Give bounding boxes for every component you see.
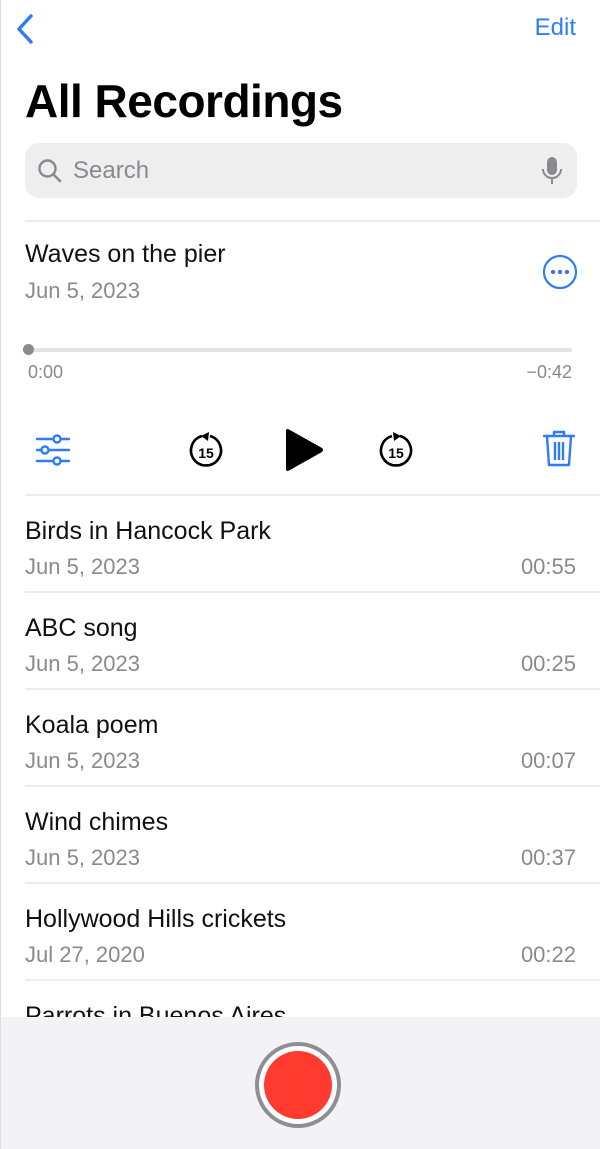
skip-forward-button[interactable]: 15 bbox=[377, 430, 415, 470]
record-icon bbox=[264, 1051, 332, 1119]
list-item[interactable]: Hollywood Hills crickets Jul 27, 2020 00… bbox=[1, 885, 600, 981]
recording-duration: 00:07 bbox=[520, 748, 576, 773]
recording-name: Birds in Hancock Park bbox=[25, 517, 271, 545]
more-options-icon[interactable] bbox=[542, 254, 578, 290]
recording-duration: 00:22 bbox=[520, 942, 576, 967]
recording-duration: 00:25 bbox=[520, 651, 576, 676]
page-title: All Recordings bbox=[25, 75, 343, 127]
list-item[interactable]: Wind chimes Jun 5, 2023 00:37 bbox=[1, 788, 600, 884]
chevron-left-icon bbox=[17, 14, 33, 44]
recording-name: Wind chimes bbox=[25, 808, 169, 836]
divider bbox=[25, 882, 600, 884]
navigation-bar: Edit bbox=[1, 0, 600, 60]
skip-back-15-icon: 15 bbox=[189, 432, 223, 467]
scrubber-handle[interactable] bbox=[23, 344, 34, 355]
trash-icon[interactable] bbox=[543, 430, 575, 468]
back-button[interactable] bbox=[13, 12, 39, 46]
divider bbox=[25, 220, 600, 222]
search-input[interactable] bbox=[71, 151, 545, 191]
list-item[interactable]: Koala poem Jun 5, 2023 00:07 bbox=[1, 691, 600, 787]
divider bbox=[25, 785, 600, 787]
divider bbox=[25, 688, 600, 690]
record-button[interactable] bbox=[255, 1042, 341, 1128]
recording-date: Jul 27, 2020 bbox=[25, 942, 145, 967]
search-icon bbox=[38, 159, 62, 183]
recording-title[interactable]: Waves on the pier bbox=[25, 240, 226, 269]
svg-text:15: 15 bbox=[198, 445, 214, 461]
recording-duration: 00:37 bbox=[520, 845, 576, 870]
playback-scrubber[interactable] bbox=[23, 344, 572, 355]
recording-date: Jun 5, 2023 bbox=[25, 651, 140, 676]
search-bar bbox=[25, 143, 577, 198]
microphone-icon[interactable] bbox=[541, 156, 563, 186]
recording-date: Jun 5, 2023 bbox=[25, 845, 140, 870]
svg-text:15: 15 bbox=[388, 445, 404, 461]
skip-back-button[interactable]: 15 bbox=[187, 430, 225, 470]
remaining-time: −0:42 bbox=[526, 362, 572, 382]
edit-button[interactable]: Edit bbox=[535, 14, 576, 42]
list-item[interactable]: ABC song Jun 5, 2023 00:25 bbox=[1, 594, 600, 690]
divider bbox=[25, 979, 600, 981]
recording-date: Jun 5, 2023 bbox=[25, 278, 140, 303]
recording-name: ABC song bbox=[25, 614, 138, 642]
skip-forward-15-icon: 15 bbox=[379, 432, 413, 467]
sliders-icon[interactable] bbox=[35, 433, 71, 467]
play-icon[interactable] bbox=[283, 427, 325, 473]
recording-name: Hollywood Hills crickets bbox=[25, 905, 287, 933]
elapsed-time: 0:00 bbox=[28, 362, 64, 382]
recording-duration: 00:55 bbox=[520, 554, 576, 579]
recording-date: Jun 5, 2023 bbox=[25, 748, 140, 773]
list-item[interactable]: Birds in Hancock Park Jun 5, 2023 00:55 bbox=[1, 497, 600, 593]
recording-date: Jun 5, 2023 bbox=[25, 554, 140, 579]
recording-name: Koala poem bbox=[25, 711, 159, 739]
divider bbox=[25, 591, 600, 593]
divider bbox=[25, 494, 600, 496]
